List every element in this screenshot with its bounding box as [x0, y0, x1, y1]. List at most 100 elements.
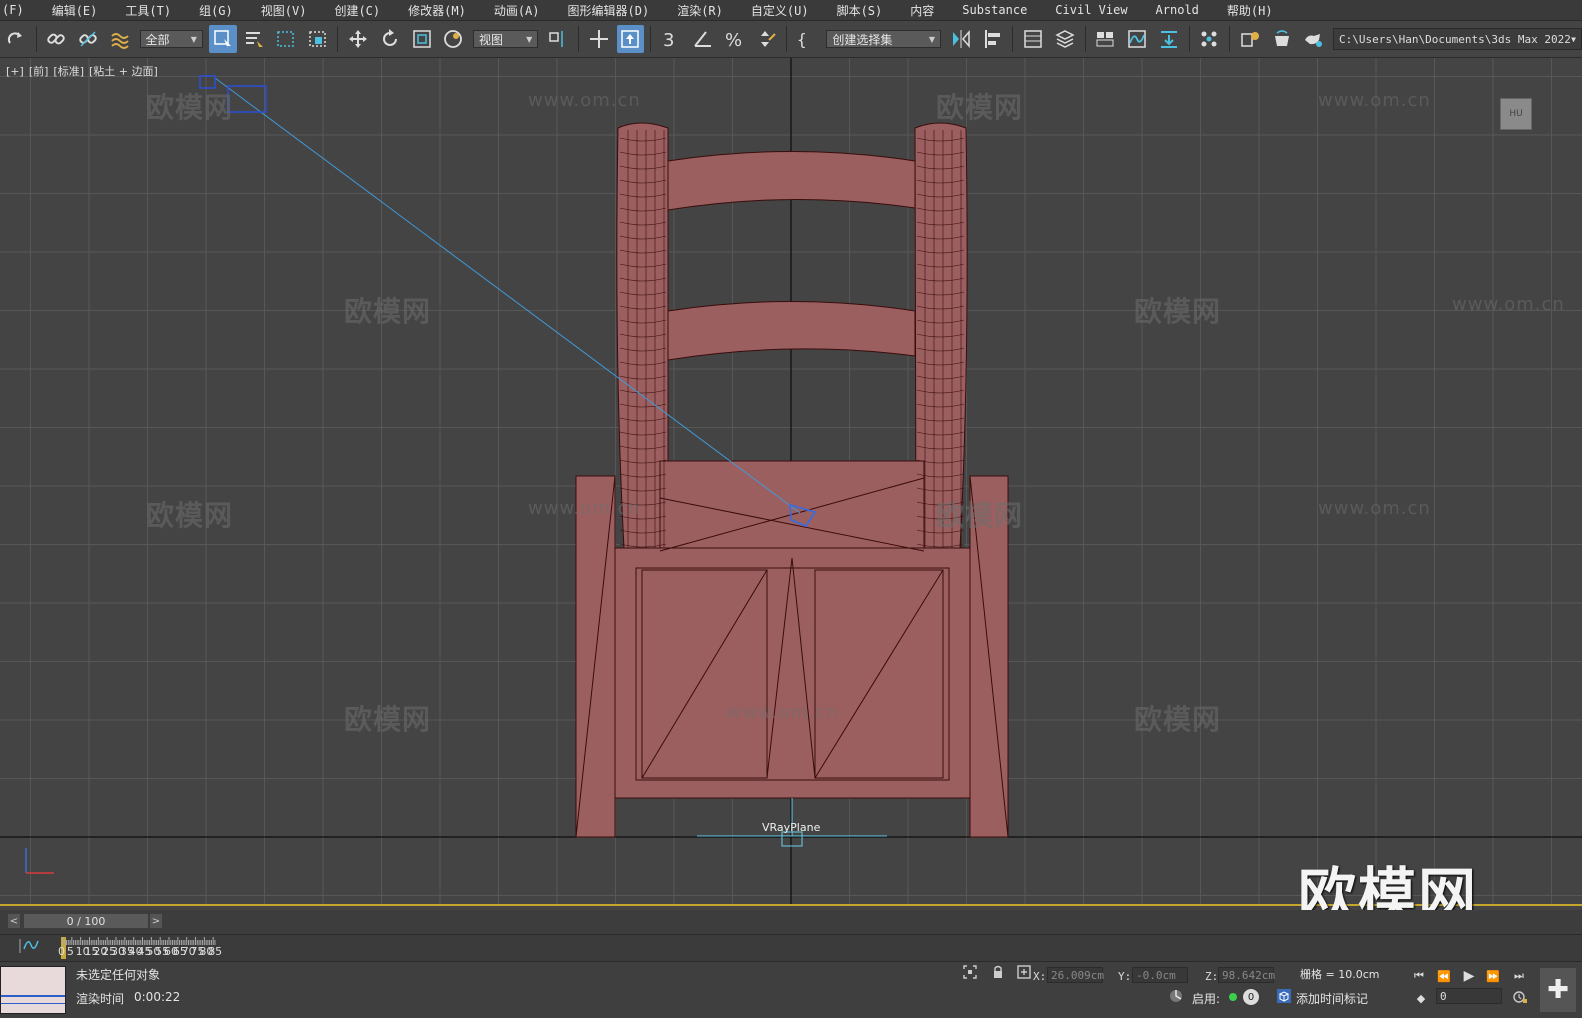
link-icon[interactable] — [43, 25, 71, 53]
select-by-name-icon[interactable] — [241, 25, 269, 53]
layer-explorer-icon[interactable] — [1051, 25, 1079, 53]
isolate-selection-icon[interactable] — [962, 964, 978, 980]
rect-selection-region-icon[interactable] — [272, 25, 300, 53]
menu-item[interactable]: 渲染(R) — [664, 2, 738, 19]
absolute-mode-icon[interactable] — [1016, 964, 1032, 980]
status-bar: 未选定任何对象 渲染时间 0:00:22 X: 26.009cm Y: -0.0… — [0, 961, 1582, 1018]
add-time-tag[interactable]: 添加时间标记 — [1296, 990, 1368, 1007]
y-label: Y: — [1118, 970, 1132, 983]
scene-explorer-icon[interactable] — [1019, 25, 1047, 53]
angle-snap-icon[interactable] — [689, 25, 717, 53]
time-slider[interactable]: < 0 / 100 > — [0, 910, 1582, 934]
mirror-icon[interactable] — [947, 25, 975, 53]
align-icon[interactable] — [979, 25, 1007, 53]
select-object-icon[interactable] — [208, 25, 237, 53]
menu-item[interactable]: 脚本(S) — [824, 2, 898, 19]
go-to-start-button[interactable]: ⏮ — [1412, 969, 1426, 982]
toggle-ribbon-icon[interactable] — [1092, 25, 1120, 53]
menu-item[interactable]: 动画(A) — [481, 2, 555, 19]
window-crossing-icon[interactable] — [304, 25, 332, 53]
watermark-url: www.om.cn — [1318, 498, 1431, 519]
menu-item[interactable]: 自定义(U) — [738, 2, 824, 19]
viewport-label[interactable]: [+] [前] [标准] [粘土 + 边面] — [6, 63, 163, 79]
maxscript-listener[interactable] — [0, 966, 66, 1014]
schematic-view-icon[interactable] — [1155, 25, 1183, 53]
menu-item[interactable]: Civil View — [1042, 3, 1142, 17]
track-bar[interactable]: 0 5 10 15 20 25 30 35 40 45 50 55 60 65 70 75 80 85 — [0, 934, 1582, 961]
spinner-snap-icon[interactable] — [752, 25, 780, 53]
go-to-end-button[interactable]: ⏭ — [1512, 969, 1526, 982]
menu-item[interactable]: 帮助(H) — [1214, 2, 1288, 19]
svg-text:{ }: { } — [797, 30, 818, 49]
select-manipulate-icon[interactable] — [585, 25, 613, 53]
menu-item[interactable]: 编辑(E) — [39, 2, 113, 19]
rendered-frame-window-icon[interactable] — [1268, 25, 1296, 53]
watermark: 欧模网 — [1134, 295, 1222, 328]
track-tick-label: 5 — [66, 945, 74, 958]
render-production-icon[interactable] — [1299, 25, 1327, 53]
unlink-icon[interactable] — [74, 25, 102, 53]
current-frame-field[interactable]: 0 — [1436, 988, 1502, 1004]
watermark-url: www.om.cn — [1452, 294, 1565, 315]
main-toolbar: 全部▼ 视图▼ 3 % { } 创建选择集▼ C:\Users\Han\Docu… — [0, 21, 1582, 58]
menu-item[interactable]: 内容 — [897, 2, 949, 19]
x-coordinate-field[interactable]: 26.009cm — [1047, 967, 1104, 983]
material-editor-icon[interactable] — [1195, 25, 1223, 53]
watermark-url: www.om.cn — [528, 498, 641, 519]
selection-lock-icon[interactable] — [990, 964, 1006, 980]
menu-item[interactable]: Arnold — [1143, 3, 1214, 17]
adaptive-degradation-icon[interactable] — [1168, 988, 1184, 1004]
render-time-value: 0:00:22 — [134, 990, 181, 1004]
next-frame-button[interactable]: > — [150, 914, 162, 928]
edit-named-selection-icon[interactable]: { } — [793, 25, 821, 53]
named-selection-set-dropdown[interactable]: 创建选择集 ▼ — [826, 30, 942, 48]
light-body-icon — [227, 85, 267, 113]
menu-item[interactable]: 工具(T) — [112, 2, 186, 19]
front-viewport[interactable]: [+] [前] [标准] [粘土 + 边面] HU VRayPlane 欧模网 www… — [0, 58, 1582, 906]
reference-coord-dropdown[interactable]: 视图 ▼ — [472, 30, 539, 48]
previous-key-button[interactable]: ⏪ — [1437, 970, 1451, 983]
grid-size: 栅格 = 10.0cm — [1300, 968, 1380, 981]
project-path-field[interactable]: C:\Users\Han\Documents\3ds Max 2022 ▼ — [1333, 28, 1582, 50]
curve-editor-icon[interactable] — [1123, 25, 1151, 53]
keyboard-shortcut-icon[interactable] — [616, 25, 645, 53]
render-setup-icon[interactable] — [1236, 25, 1264, 53]
viewcube[interactable]: HU — [1500, 98, 1532, 130]
placement-icon[interactable] — [439, 25, 467, 53]
scale-icon[interactable] — [408, 25, 436, 53]
redo-icon[interactable] — [2, 25, 30, 53]
enable-count-badge[interactable]: 0 — [1243, 989, 1259, 1005]
chair-model — [575, 122, 1009, 838]
viewport-canvas[interactable] — [0, 58, 1582, 904]
z-label: Z: — [1205, 970, 1219, 983]
menu-item[interactable]: 组(G) — [186, 2, 248, 19]
y-coordinate-field[interactable]: -0.0cm — [1132, 967, 1188, 983]
prev-frame-button[interactable]: < — [8, 914, 20, 928]
menu-item[interactable]: 视图(V) — [248, 2, 322, 19]
svg-text:3: 3 — [663, 30, 674, 50]
move-icon[interactable] — [344, 25, 372, 53]
time-slider-thumb[interactable]: 0 / 100 — [24, 914, 148, 928]
percent-snap-icon[interactable]: % — [720, 25, 748, 53]
render-time-label: 渲染时间 — [76, 992, 125, 1006]
time-tag-icon[interactable] — [1276, 988, 1292, 1004]
menu-item[interactable]: (F) — [0, 3, 39, 17]
rotate-icon[interactable] — [376, 25, 404, 53]
watermark-url: www.om.cn — [528, 90, 641, 111]
bind-spacewarp-icon[interactable] — [106, 25, 134, 53]
menu-item[interactable]: 图形编辑器(D) — [555, 2, 665, 19]
menu-item[interactable]: 修改器(M) — [395, 2, 481, 19]
play-button[interactable]: ▶ — [1462, 968, 1476, 984]
mini-curve-editor-icon — [19, 939, 39, 953]
watermark: 欧模网 — [344, 703, 432, 736]
selection-filter-dropdown[interactable]: 全部 ▼ — [139, 30, 203, 48]
z-coordinate-field[interactable]: 98.642cm — [1218, 967, 1275, 983]
next-key-button[interactable]: ⏩ — [1486, 970, 1500, 983]
pivot-center-icon[interactable] — [544, 25, 572, 53]
time-config-icon[interactable] — [1512, 989, 1528, 1005]
menu-item[interactable]: Substance — [949, 3, 1042, 17]
zoom-extents-all-button[interactable]: ✚ — [1540, 968, 1576, 1012]
key-mode-icon[interactable]: ◆ — [1414, 992, 1428, 1005]
menu-item[interactable]: 创建(C) — [321, 2, 395, 19]
snaps-toggle-icon[interactable]: 3 — [657, 25, 685, 53]
